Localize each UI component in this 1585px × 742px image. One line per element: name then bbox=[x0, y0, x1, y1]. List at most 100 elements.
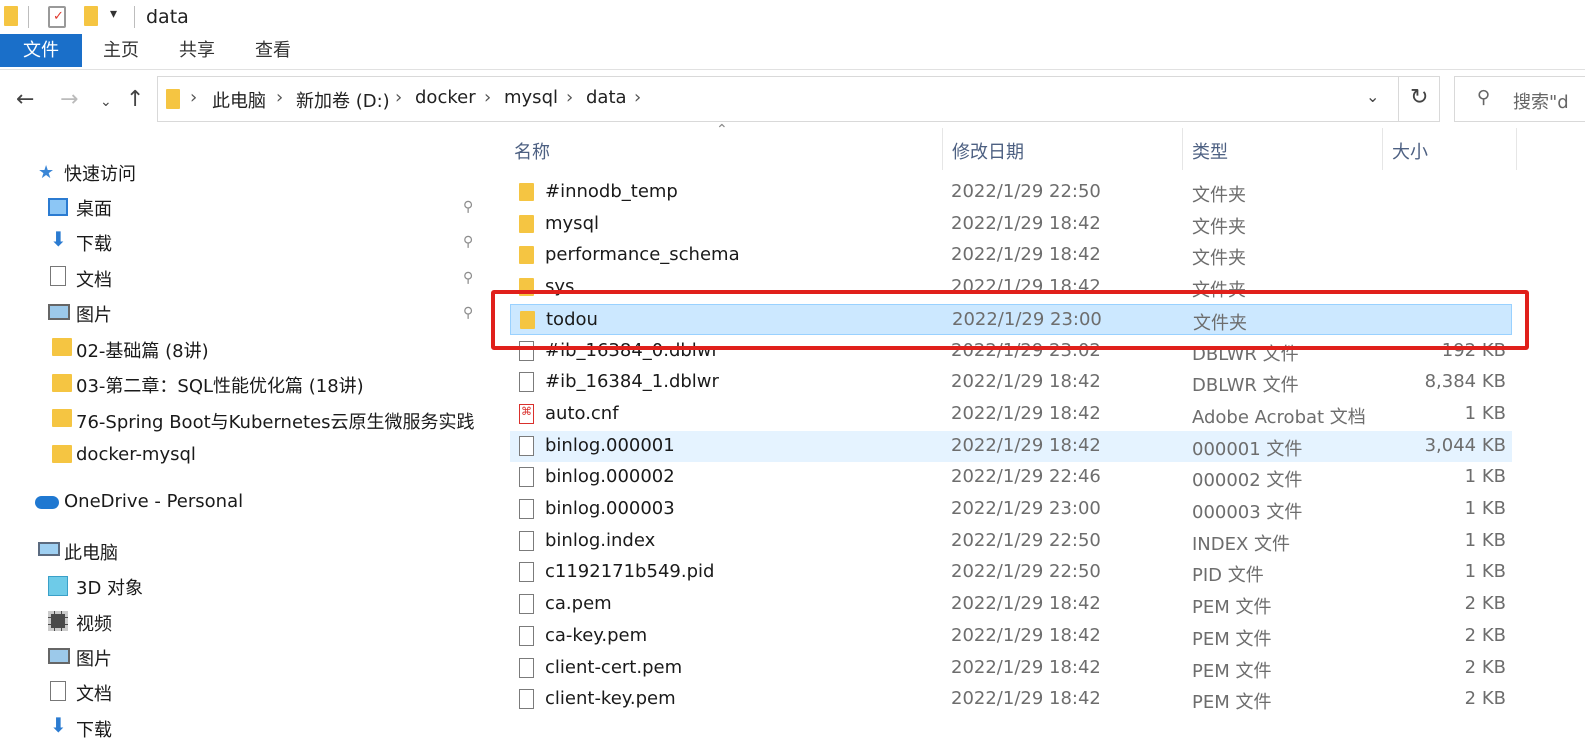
sidebar-item-desktop[interactable]: 桌面 bbox=[76, 195, 112, 221]
file-date: 2022/1/29 18:42 bbox=[951, 688, 1101, 710]
file-row[interactable]: ca-key.pem 2022/1/29 18:42 PEM 文件 2 KB bbox=[510, 621, 1512, 652]
file-date: 2022/1/29 18:42 bbox=[951, 402, 1101, 424]
tab-home[interactable]: 主页 bbox=[90, 34, 152, 67]
file-row[interactable]: todou 2022/1/29 23:00 文件夹 bbox=[510, 303, 1512, 335]
sidebar-item-videos[interactable]: 视频 bbox=[76, 610, 112, 636]
file-row[interactable]: binlog.000003 2022/1/29 23:00 000003 文件 1 K… bbox=[510, 494, 1512, 525]
tab-view[interactable]: 查看 bbox=[242, 34, 304, 67]
column-divider[interactable] bbox=[942, 128, 943, 170]
breadcrumb-drive-d[interactable]: 新加卷 (D:) bbox=[296, 87, 390, 113]
divider bbox=[28, 6, 29, 28]
up-arrow-icon[interactable]: ↑ bbox=[126, 86, 144, 114]
sidebar-item-pictures[interactable]: 图片 bbox=[76, 645, 112, 671]
file-icon bbox=[519, 530, 534, 551]
file-date: 2022/1/29 23:00 bbox=[952, 308, 1102, 330]
new-folder-icon[interactable] bbox=[84, 6, 98, 26]
file-row[interactable]: binlog.000001 2022/1/29 18:42 000001 文件 3,0… bbox=[510, 430, 1512, 462]
chevron-right-icon[interactable]: › bbox=[634, 87, 641, 108]
search-placeholder: 搜索"d bbox=[1513, 92, 1569, 113]
sidebar-item-onedrive[interactable]: OneDrive - Personal bbox=[64, 491, 243, 512]
column-header-date[interactable]: 修改日期 bbox=[952, 138, 1024, 164]
address-bar[interactable]: › 此电脑 › 新加卷 (D:) › docker › mysql › data… bbox=[157, 76, 1440, 122]
file-type: 000002 文件 bbox=[1192, 470, 1303, 492]
file-row[interactable]: client-cert.pem 2022/1/29 18:42 PEM 文件 2 KB bbox=[510, 653, 1512, 684]
sidebar-item-downloads[interactable]: 下载 bbox=[76, 230, 112, 256]
divider bbox=[134, 6, 135, 28]
breadcrumb-docker[interactable]: docker bbox=[415, 87, 476, 108]
file-row[interactable]: binlog.000002 2022/1/29 22:46 000002 文件 1 K… bbox=[510, 462, 1512, 493]
file-row[interactable]: #ib_16384_1.dblwr 2022/1/29 18:42 DBLWR 文件… bbox=[510, 367, 1512, 398]
file-name: ca-key.pem bbox=[545, 624, 648, 646]
file-date: 2022/1/29 18:42 bbox=[951, 276, 1101, 298]
sidebar-item-folder[interactable]: 02-基础篇 (8讲) bbox=[76, 337, 209, 363]
file-row[interactable]: ca.pem 2022/1/29 18:42 PEM 文件 2 KB bbox=[510, 589, 1512, 620]
folder-icon bbox=[52, 409, 72, 427]
breadcrumb-mysql[interactable]: mysql bbox=[504, 87, 558, 108]
sidebar-item-3d-objects[interactable]: 3D 对象 bbox=[76, 574, 143, 600]
file-type: DBLWR 文件 bbox=[1192, 375, 1299, 397]
sidebar-item-documents[interactable]: 文档 bbox=[76, 266, 112, 292]
tab-file[interactable]: 文件 bbox=[0, 34, 82, 67]
address-history-chevron-icon[interactable]: ⌄ bbox=[1366, 87, 1379, 106]
column-header-type[interactable]: 类型 bbox=[1192, 138, 1228, 164]
file-row[interactable]: c1192171b549.pid 2022/1/29 22:50 PID 文件 1 K… bbox=[510, 557, 1512, 588]
file-type: PEM 文件 bbox=[1192, 628, 1272, 650]
folder-icon bbox=[519, 214, 534, 233]
properties-icon[interactable]: ✓ bbox=[48, 6, 66, 28]
chevron-right-icon[interactable]: › bbox=[395, 87, 402, 108]
sidebar-item-folder[interactable]: docker-mysql bbox=[76, 444, 196, 465]
sidebar-item-pictures[interactable]: 图片 bbox=[76, 301, 112, 327]
sidebar-item-quick-access[interactable]: 快速访问 bbox=[64, 160, 136, 186]
refresh-icon[interactable]: ↻ bbox=[1410, 85, 1428, 110]
pin-icon[interactable]: ⚲ bbox=[463, 199, 477, 215]
column-header-name[interactable]: 名称 bbox=[514, 138, 550, 164]
chevron-right-icon[interactable]: › bbox=[566, 87, 573, 108]
file-row[interactable]: #ib_16384_0.dblwr 2022/1/29 23:02 DBLWR 文件… bbox=[510, 336, 1512, 367]
file-size: 2 KB bbox=[1464, 656, 1506, 678]
file-name: c1192171b549.pid bbox=[545, 561, 715, 583]
pane-splitter[interactable] bbox=[486, 128, 496, 731]
file-row[interactable]: #innodb_temp 2022/1/29 22:50 文件夹 bbox=[510, 177, 1512, 208]
search-input[interactable]: ⚲ 搜索"d bbox=[1454, 76, 1585, 122]
file-row[interactable]: performance_schema 2022/1/29 18:42 文件夹 bbox=[510, 240, 1512, 271]
pin-icon[interactable]: ⚲ bbox=[463, 305, 477, 321]
sidebar-item-folder[interactable]: 76-Spring Boot与Kubernetes云原生微服务实践 bbox=[76, 408, 475, 434]
pictures-icon bbox=[48, 648, 70, 664]
file-name: binlog.000002 bbox=[545, 466, 675, 488]
forward-arrow-icon[interactable]: → bbox=[60, 86, 78, 114]
file-icon bbox=[519, 689, 534, 710]
file-row[interactable]: mysql 2022/1/29 18:42 文件夹 bbox=[510, 209, 1512, 240]
recent-locations-chevron-icon[interactable]: ⌄ bbox=[100, 88, 112, 116]
tab-share[interactable]: 共享 bbox=[166, 34, 228, 67]
column-header-size[interactable]: 大小 bbox=[1392, 138, 1428, 164]
file-type: 文件夹 bbox=[1192, 248, 1246, 270]
breadcrumb-data[interactable]: data bbox=[586, 87, 627, 108]
customize-toolbar-icon[interactable]: ▾ bbox=[110, 6, 117, 22]
pin-icon[interactable]: ⚲ bbox=[463, 234, 477, 250]
sidebar-item-this-pc[interactable]: 此电脑 bbox=[64, 539, 118, 565]
file-row[interactable]: client-key.pem 2022/1/29 18:42 PEM 文件 2 KB bbox=[510, 684, 1512, 715]
file-row[interactable]: sys 2022/1/29 18:42 文件夹 bbox=[510, 272, 1512, 303]
sidebar-item-folder[interactable]: 03-第二章：SQL性能优化篇 (18讲) bbox=[76, 372, 364, 398]
navigation-pane: ★ 快速访问 桌面 ⚲ ⬇ 下载 ⚲ 文档 ⚲ 图片 ⚲ 02-基础篇 (8讲)… bbox=[0, 128, 486, 741]
file-size: 1 KB bbox=[1464, 561, 1506, 583]
file-row[interactable]: auto.cnf 2022/1/29 18:42 Adobe Acrobat 文档 1… bbox=[510, 399, 1512, 430]
chevron-right-icon[interactable]: › bbox=[190, 87, 197, 108]
file-row[interactable]: binlog.index 2022/1/29 22:50 INDEX 文件 1 KB bbox=[510, 526, 1512, 557]
column-divider[interactable] bbox=[1382, 128, 1383, 170]
sidebar-item-downloads[interactable]: 下载 bbox=[76, 716, 112, 742]
chevron-right-icon[interactable]: › bbox=[276, 87, 283, 108]
file-type: DBLWR 文件 bbox=[1192, 343, 1299, 365]
file-name: performance_schema bbox=[545, 244, 740, 266]
file-size: 8,384 KB bbox=[1424, 371, 1506, 393]
pin-icon[interactable]: ⚲ bbox=[463, 270, 477, 286]
sidebar-item-documents[interactable]: 文档 bbox=[76, 680, 112, 706]
file-name: ca.pem bbox=[545, 593, 612, 615]
column-divider[interactable] bbox=[1182, 128, 1183, 170]
back-arrow-icon[interactable]: ← bbox=[16, 86, 34, 114]
file-date: 2022/1/29 23:02 bbox=[951, 339, 1101, 361]
breadcrumb-this-pc[interactable]: 此电脑 bbox=[212, 87, 266, 113]
this-pc-icon bbox=[38, 542, 60, 556]
chevron-right-icon[interactable]: › bbox=[484, 87, 491, 108]
column-divider[interactable] bbox=[1516, 128, 1517, 170]
